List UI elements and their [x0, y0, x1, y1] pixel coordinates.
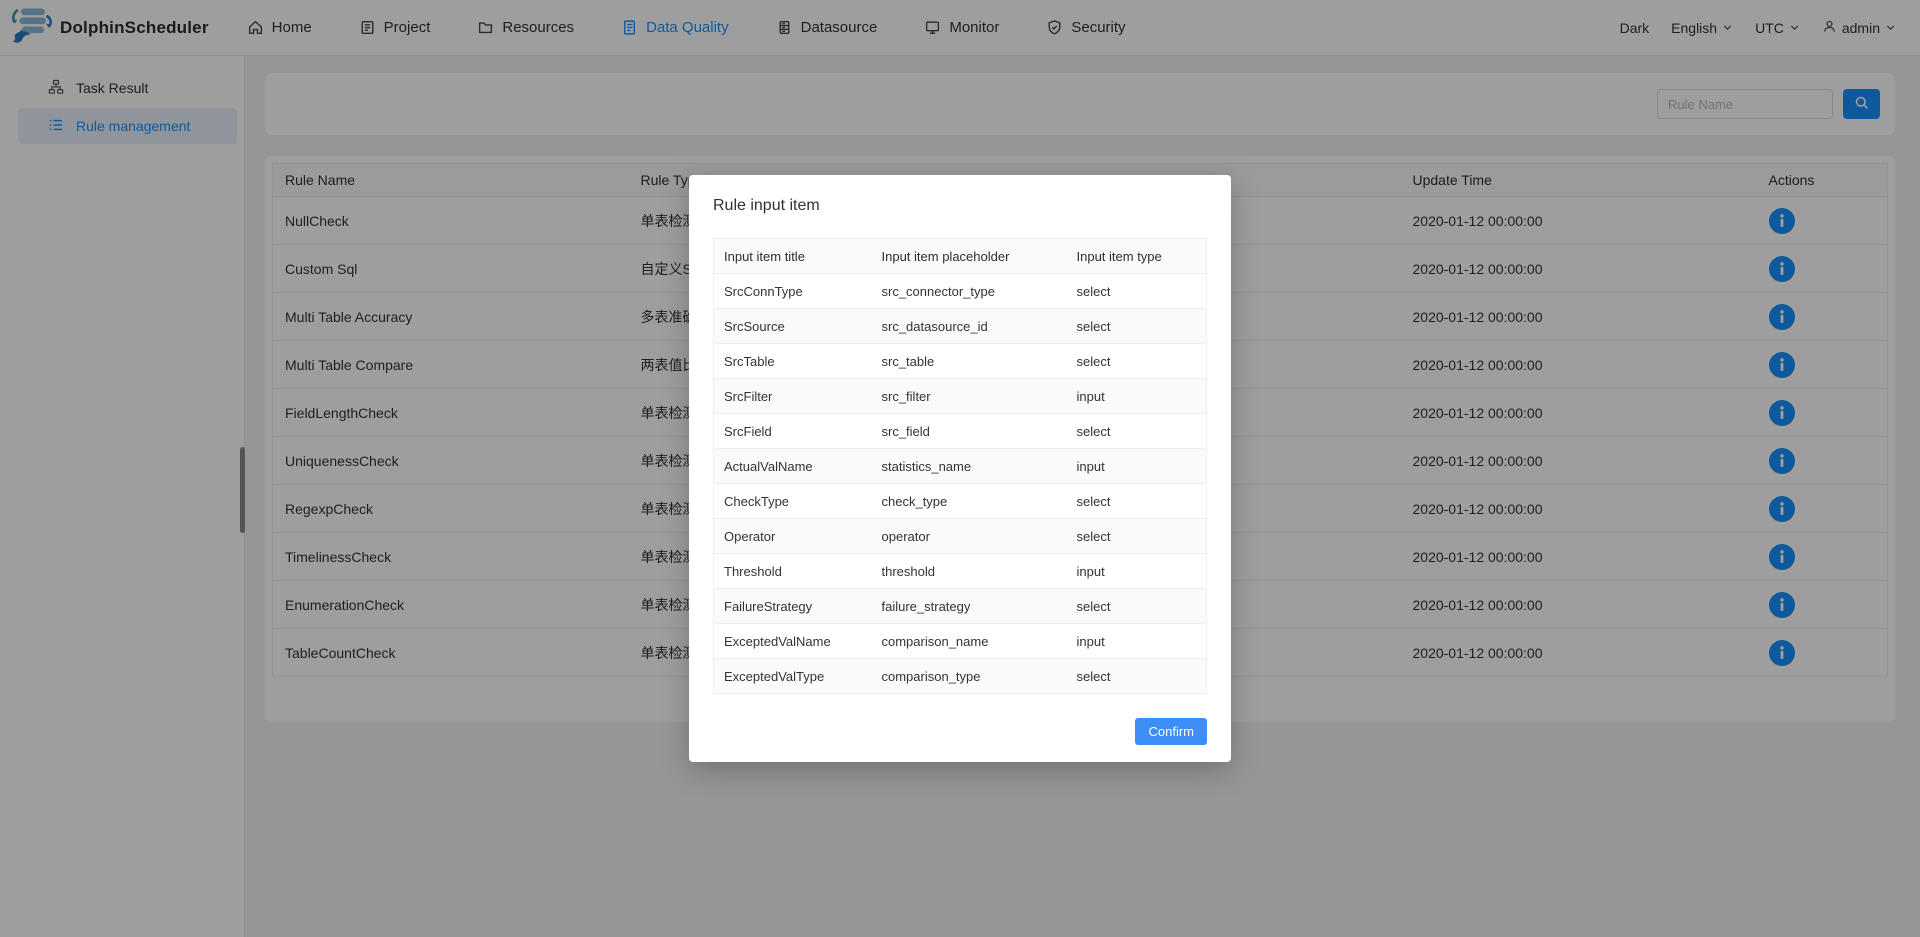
- modal-table-row: ActualValName statistics_name input: [714, 449, 1207, 484]
- cell-input-item-title: SrcField: [714, 414, 872, 449]
- cell-input-item-title: ActualValName: [714, 449, 872, 484]
- cell-input-item-type: select: [1067, 659, 1207, 694]
- cell-input-item-title: Operator: [714, 519, 872, 554]
- cell-input-item-placeholder: threshold: [872, 554, 1067, 589]
- modal-title: Rule input item: [713, 197, 1207, 215]
- modal-table-row: FailureStrategy failure_strategy select: [714, 589, 1207, 624]
- modal-table-row: SrcFilter src_filter input: [714, 379, 1207, 414]
- cell-input-item-type: input: [1067, 624, 1207, 659]
- modal-table-row: Threshold threshold input: [714, 554, 1207, 589]
- cell-input-item-title: CheckType: [714, 484, 872, 519]
- cell-input-item-placeholder: src_table: [872, 344, 1067, 379]
- cell-input-item-type: select: [1067, 414, 1207, 449]
- column-header-input-item-type: Input item type: [1067, 239, 1207, 274]
- cell-input-item-placeholder: comparison_name: [872, 624, 1067, 659]
- cell-input-item-type: input: [1067, 379, 1207, 414]
- cell-input-item-title: SrcSource: [714, 309, 872, 344]
- cell-input-item-type: select: [1067, 484, 1207, 519]
- cell-input-item-title: SrcTable: [714, 344, 872, 379]
- cell-input-item-placeholder: statistics_name: [872, 449, 1067, 484]
- modal-table-row: SrcConnType src_connector_type select: [714, 274, 1207, 309]
- cell-input-item-placeholder: comparison_type: [872, 659, 1067, 694]
- cell-input-item-placeholder: failure_strategy: [872, 589, 1067, 624]
- cell-input-item-title: FailureStrategy: [714, 589, 872, 624]
- cell-input-item-type: select: [1067, 274, 1207, 309]
- cell-input-item-placeholder: src_field: [872, 414, 1067, 449]
- cell-input-item-type: input: [1067, 554, 1207, 589]
- confirm-button[interactable]: Confirm: [1135, 718, 1207, 745]
- cell-input-item-placeholder: src_filter: [872, 379, 1067, 414]
- cell-input-item-type: input: [1067, 449, 1207, 484]
- column-header-input-item-placeholder: Input item placeholder: [872, 239, 1067, 274]
- rule-input-item-table: Input item title Input item placeholder …: [713, 238, 1207, 694]
- cell-input-item-title: ExceptedValType: [714, 659, 872, 694]
- modal-table-header-row: Input item title Input item placeholder …: [714, 239, 1207, 274]
- modal-table-row: SrcTable src_table select: [714, 344, 1207, 379]
- modal-table-row: SrcSource src_datasource_id select: [714, 309, 1207, 344]
- modal-table-row: CheckType check_type select: [714, 484, 1207, 519]
- cell-input-item-placeholder: operator: [872, 519, 1067, 554]
- modal-table-row: ExceptedValType comparison_type select: [714, 659, 1207, 694]
- cell-input-item-type: select: [1067, 519, 1207, 554]
- column-header-input-item-title: Input item title: [714, 239, 872, 274]
- cell-input-item-title: ExceptedValName: [714, 624, 872, 659]
- cell-input-item-title: Threshold: [714, 554, 872, 589]
- cell-input-item-placeholder: src_datasource_id: [872, 309, 1067, 344]
- cell-input-item-type: select: [1067, 309, 1207, 344]
- modal-table-row: SrcField src_field select: [714, 414, 1207, 449]
- cell-input-item-type: select: [1067, 589, 1207, 624]
- cell-input-item-placeholder: check_type: [872, 484, 1067, 519]
- modal-table-row: ExceptedValName comparison_name input: [714, 624, 1207, 659]
- modal-table-row: Operator operator select: [714, 519, 1207, 554]
- cell-input-item-title: SrcFilter: [714, 379, 872, 414]
- cell-input-item-title: SrcConnType: [714, 274, 872, 309]
- cell-input-item-type: select: [1067, 344, 1207, 379]
- cell-input-item-placeholder: src_connector_type: [872, 274, 1067, 309]
- rule-input-item-modal: Rule input item Input item title Input i…: [689, 175, 1231, 762]
